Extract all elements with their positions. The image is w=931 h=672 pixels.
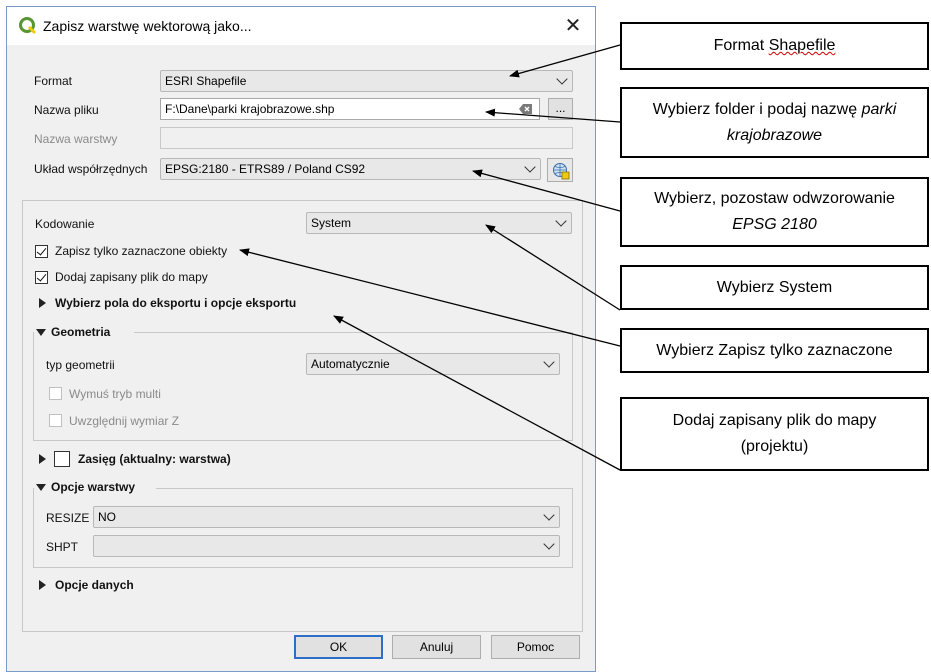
geometry-type-select[interactable]: Automatycznie <box>306 353 560 375</box>
format-select[interactable]: ESRI Shapefile <box>160 70 573 92</box>
geometry-group-title[interactable]: Geometria <box>51 325 110 339</box>
callout-folder: Wybierz folder i podaj nazwę parki krajo… <box>620 87 929 158</box>
dialog-title: Zapisz warstwę wektorową jako... <box>43 18 252 34</box>
chevron-down-icon <box>524 161 536 173</box>
callout-crs: Wybierz, pozostaw odwzorowanie EPSG 2180 <box>620 177 929 247</box>
geometry-type-value: Automatycznie <box>311 357 390 371</box>
expand-arrow-icon[interactable] <box>39 298 46 308</box>
chevron-down-icon <box>543 509 555 521</box>
callout-selected: Wybierz Zapisz tylko zaznaczone <box>620 328 929 373</box>
filename-input[interactable]: F:\Dane\parki krajobrazowe.shp <box>160 98 540 120</box>
resize-value: NO <box>98 510 116 524</box>
resize-select[interactable]: NO <box>93 506 560 528</box>
format-value: ESRI Shapefile <box>165 74 247 88</box>
resize-label: RESIZE <box>46 511 90 525</box>
crs-value: EPSG:2180 - ETRS89 / Poland CS92 <box>165 162 366 176</box>
cancel-button[interactable]: Anuluj <box>392 635 481 659</box>
include-z-label: Uwzględnij wymiar Z <box>69 414 180 428</box>
save-selected-label: Zapisz tylko zaznaczone obiekty <box>55 244 228 258</box>
encoding-value: System <box>311 216 352 230</box>
callout-format-word: Shapefile <box>768 37 836 54</box>
shpt-select[interactable] <box>93 535 560 557</box>
save-selected-checkbox[interactable] <box>35 245 48 258</box>
callout-add-to-map: Dodaj zapisany plik do mapy (projektu) <box>620 397 929 471</box>
save-vector-layer-dialog: Zapisz warstwę wektorową jako... ✕ Forma… <box>6 6 596 672</box>
collapse-arrow-icon[interactable] <box>36 484 46 491</box>
force-multi-label: Wymuś tryb multi <box>69 387 161 401</box>
fields-export-toggle[interactable]: Wybierz pola do eksportu i opcje eksport… <box>55 296 296 310</box>
chevron-down-icon <box>555 215 567 227</box>
add-to-map-checkbox[interactable] <box>35 271 48 284</box>
layername-label: Nazwa warstwy <box>34 132 118 146</box>
callout-system: Wybierz System <box>620 265 929 310</box>
layername-input[interactable] <box>160 127 573 149</box>
crs-select-button[interactable] <box>547 158 573 182</box>
filename-label: Nazwa pliku <box>34 103 99 117</box>
chevron-down-icon <box>543 356 555 368</box>
callout-format: Format Shapefile <box>620 22 929 70</box>
force-multi-checkbox[interactable] <box>49 387 62 400</box>
encoding-select[interactable]: System <box>306 212 572 234</box>
crs-globe-icon <box>553 163 570 180</box>
extent-checkbox[interactable] <box>54 451 70 467</box>
filename-value: F:\Dane\parki krajobrazowe.shp <box>165 102 335 116</box>
chevron-down-icon <box>556 73 568 85</box>
close-button[interactable]: ✕ <box>559 13 587 39</box>
expand-arrow-icon[interactable] <box>39 580 46 590</box>
encoding-label: Kodowanie <box>35 217 95 231</box>
browse-button[interactable]: ... <box>548 98 573 120</box>
add-to-map-label: Dodaj zapisany plik do mapy <box>55 270 208 284</box>
close-icon: ✕ <box>564 15 582 37</box>
help-button[interactable]: Pomoc <box>491 635 580 659</box>
shpt-label: SHPT <box>46 540 79 554</box>
data-options-toggle[interactable]: Opcje danych <box>55 578 134 592</box>
include-z-checkbox[interactable] <box>49 414 62 427</box>
collapse-arrow-icon[interactable] <box>36 329 46 336</box>
crs-select[interactable]: EPSG:2180 - ETRS89 / Poland CS92 <box>160 158 541 180</box>
title-bar: Zapisz warstwę wektorową jako... ✕ <box>7 7 595 45</box>
expand-arrow-icon[interactable] <box>39 454 46 464</box>
clear-input-icon[interactable] <box>519 103 533 115</box>
qgis-logo-icon <box>19 17 37 35</box>
ok-button[interactable]: OK <box>294 635 383 659</box>
layer-options-title[interactable]: Opcje warstwy <box>51 480 135 494</box>
format-label: Format <box>34 74 73 88</box>
crs-label: Układ współrzędnych <box>34 162 148 176</box>
chevron-down-icon <box>543 538 555 550</box>
extent-toggle[interactable]: Zasięg (aktualny: warstwa) <box>78 452 231 466</box>
geometry-type-label: typ geometrii <box>46 358 115 372</box>
